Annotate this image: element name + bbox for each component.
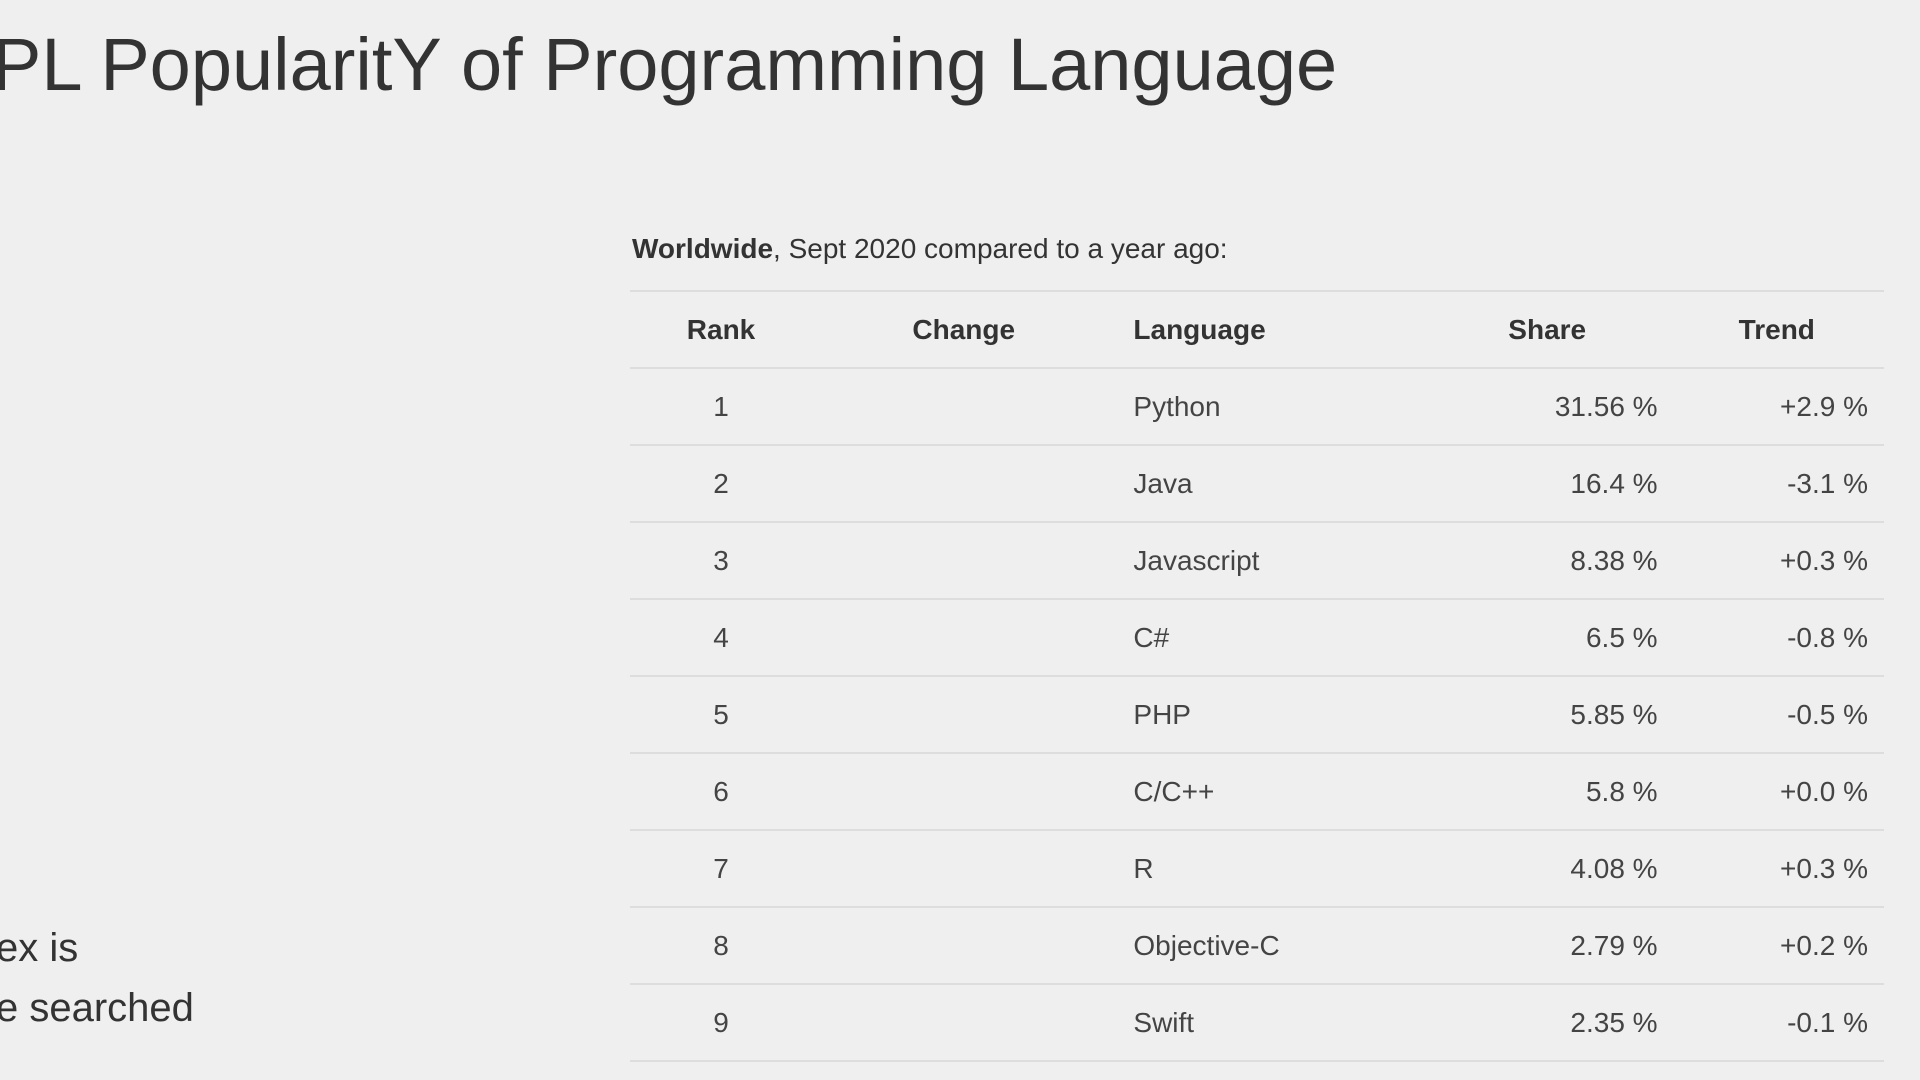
cell-trend: -3.1 % xyxy=(1669,444,1884,522)
header-trend[interactable]: Trend xyxy=(1669,290,1884,368)
cell-share: 6.5 % xyxy=(1424,598,1670,676)
cell-change xyxy=(812,752,1116,830)
cell-rank: 9 xyxy=(630,983,813,1061)
cell-trend: +0.2 % xyxy=(1669,906,1884,984)
cell-language: R xyxy=(1115,829,1425,907)
cell-change xyxy=(812,983,1116,1061)
page: PL PopularitY of Programming Language ex… xyxy=(0,0,1920,1080)
cell-share: 2.35 % xyxy=(1424,983,1670,1061)
cell-rank: 8 xyxy=(630,906,813,984)
table-row: 8 Objective-C 2.79 % +0.2 % xyxy=(630,906,1884,984)
cell-change xyxy=(812,906,1116,984)
table-body: 1 Python 31.56 % +2.9 % 2 Java 16.4 % -3… xyxy=(630,367,1884,1072)
ranking-table-section: Worldwide, Sept 2020 compared to a year … xyxy=(630,224,1884,1072)
header-change[interactable]: Change xyxy=(812,290,1116,368)
table-row: 7 R 4.08 % +0.3 % xyxy=(630,829,1884,907)
cell-change xyxy=(812,521,1116,599)
cell-share: 5.8 % xyxy=(1424,752,1670,830)
side-text-line-2: e searched xyxy=(0,986,194,1030)
table-row: 1 Python 31.56 % +2.9 % xyxy=(630,367,1884,445)
table-row: 5 PHP 5.85 % -0.5 % xyxy=(630,675,1884,753)
table-row: 2 Java 16.4 % -3.1 % xyxy=(630,444,1884,522)
cell-trend: +2.9 % xyxy=(1669,367,1884,445)
caption-region: Worldwide xyxy=(632,233,774,264)
cell-share: 4.08 % xyxy=(1424,829,1670,907)
cell-language: C/C++ xyxy=(1115,752,1425,830)
header-language[interactable]: Language xyxy=(1115,290,1425,368)
cell-share: 31.56 % xyxy=(1424,367,1670,445)
cell-share: 5.85 % xyxy=(1424,675,1670,753)
table-row: 4 C# 6.5 % -0.8 % xyxy=(630,598,1884,676)
cell-trend: -0.1 % xyxy=(1669,983,1884,1061)
table-bottom-divider xyxy=(630,1060,1884,1072)
ranking-table: Rank Change Language Share Trend 1 Pytho… xyxy=(630,290,1884,1072)
cell-rank: 4 xyxy=(630,598,813,676)
cell-language: Java xyxy=(1115,444,1425,522)
cell-trend: +0.3 % xyxy=(1669,829,1884,907)
page-title: PL PopularitY of Programming Language xyxy=(0,23,1338,106)
table-row: 6 C/C++ 5.8 % +0.0 % xyxy=(630,752,1884,830)
table-caption: Worldwide, Sept 2020 compared to a year … xyxy=(630,224,1884,290)
cell-trend: +0.3 % xyxy=(1669,521,1884,599)
table-row: 3 Javascript 8.38 % +0.3 % xyxy=(630,521,1884,599)
header-share[interactable]: Share xyxy=(1424,290,1670,368)
cell-change xyxy=(812,598,1116,676)
cell-language: Python xyxy=(1115,367,1425,445)
cell-share: 8.38 % xyxy=(1424,521,1670,599)
cell-change xyxy=(812,367,1116,445)
cell-change xyxy=(812,444,1116,522)
table-header-row: Rank Change Language Share Trend xyxy=(630,290,1884,368)
cell-share: 2.79 % xyxy=(1424,906,1670,984)
cell-language: Javascript xyxy=(1115,521,1425,599)
cell-language: Objective-C xyxy=(1115,906,1425,984)
cell-language: Swift xyxy=(1115,983,1425,1061)
cell-change xyxy=(812,829,1116,907)
cell-trend: -0.8 % xyxy=(1669,598,1884,676)
header-rank[interactable]: Rank xyxy=(630,290,813,368)
side-description-text: ex is e searched xyxy=(0,918,194,1038)
caption-period: , Sept 2020 compared to a year ago: xyxy=(773,233,1228,264)
cell-trend: +0.0 % xyxy=(1669,752,1884,830)
cell-change xyxy=(812,675,1116,753)
cell-language: PHP xyxy=(1115,675,1425,753)
cell-rank: 2 xyxy=(630,444,813,522)
divider-cell xyxy=(630,1060,1884,1072)
cell-rank: 1 xyxy=(630,367,813,445)
table-row: 9 Swift 2.35 % -0.1 % xyxy=(630,983,1884,1061)
cell-rank: 6 xyxy=(630,752,813,830)
cell-rank: 7 xyxy=(630,829,813,907)
cell-share: 16.4 % xyxy=(1424,444,1670,522)
cell-language: C# xyxy=(1115,598,1425,676)
cell-trend: -0.5 % xyxy=(1669,675,1884,753)
cell-rank: 3 xyxy=(630,521,813,599)
side-text-line-1: ex is xyxy=(0,926,79,970)
cell-rank: 5 xyxy=(630,675,813,753)
